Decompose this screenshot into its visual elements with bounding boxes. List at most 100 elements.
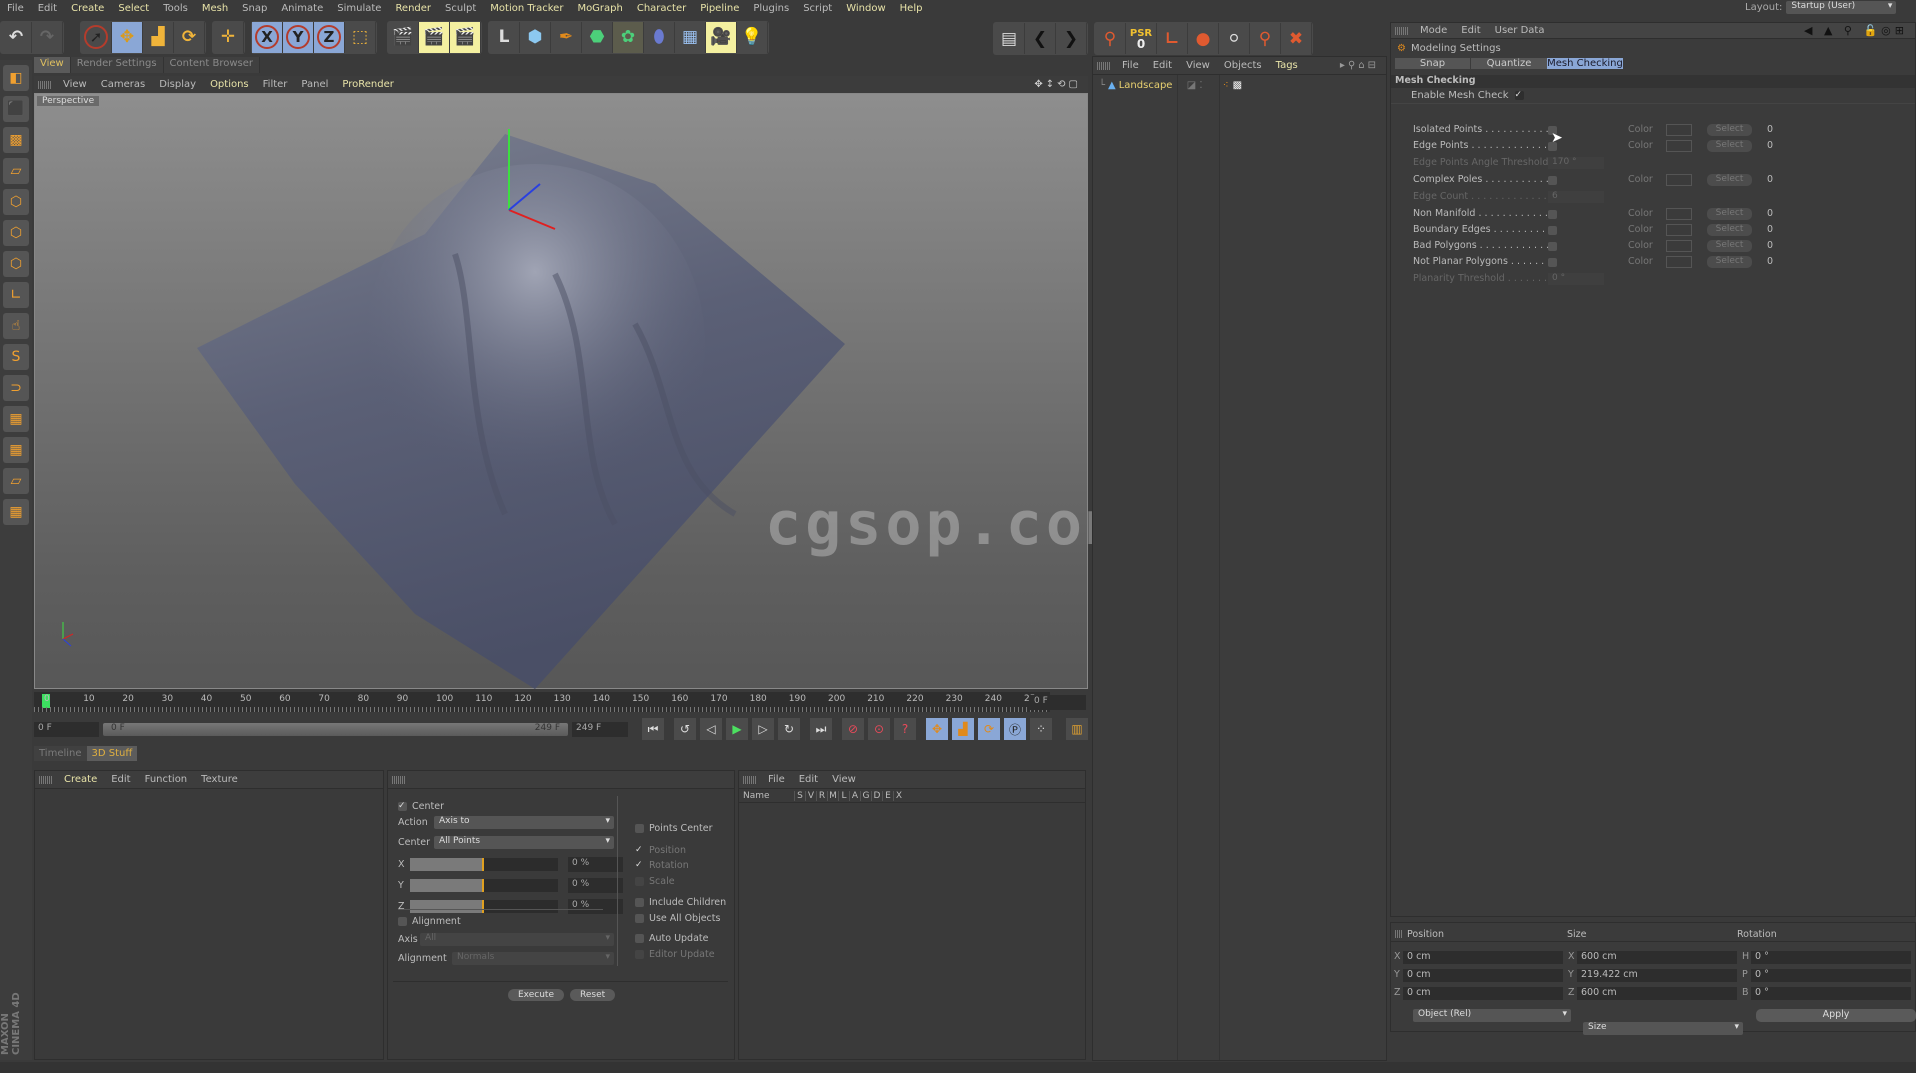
layer-column-s[interactable]: S [794, 790, 805, 801]
menu-mesh[interactable]: Mesh [195, 3, 235, 14]
record-position-icon[interactable]: ✥ [926, 718, 948, 740]
grid-icon[interactable]: ▦ [3, 437, 29, 463]
record-icon[interactable]: ⊘ [842, 718, 864, 740]
keyframe-position-icon[interactable]: ∟ [1157, 23, 1188, 54]
axis-slider[interactable] [410, 879, 558, 892]
select-button[interactable]: Select [1707, 224, 1752, 236]
layer-menu-view[interactable]: View [825, 774, 863, 785]
null-object-icon[interactable]: L [489, 21, 520, 53]
keyframe-sphere-icon[interactable]: ● [1188, 23, 1219, 54]
reset-button[interactable]: Reset [570, 989, 616, 1001]
grip-handle[interactable] [1395, 930, 1403, 938]
floor-icon[interactable]: ▦ [675, 21, 706, 53]
points-center-option[interactable]: Points Center [635, 821, 726, 837]
menu-create[interactable]: Create [64, 3, 111, 14]
rotation-p-field[interactable]: 0 ° [1751, 969, 1911, 982]
cloner-icon[interactable]: ✿ [613, 21, 644, 53]
menu-animate[interactable]: Animate [274, 3, 330, 14]
model-mode-icon[interactable]: ⬛ [3, 96, 29, 122]
menu-sculpt[interactable]: Sculpt [438, 3, 483, 14]
layer-column-l[interactable]: L [838, 790, 849, 801]
color-swatch[interactable] [1666, 140, 1692, 152]
material-menu-texture[interactable]: Texture [194, 774, 245, 785]
color-swatch[interactable] [1666, 224, 1692, 236]
om-menu-objects[interactable]: Objects [1217, 60, 1269, 71]
color-swatch[interactable] [1666, 240, 1692, 252]
position-option[interactable]: ✓ Position [635, 843, 726, 859]
menu-edit[interactable]: Edit [31, 3, 64, 14]
tab-render-settings[interactable]: Render Settings [70, 57, 164, 73]
center-dropdown[interactable]: All Points [434, 836, 614, 849]
visibility-icon[interactable]: ◪ ⁚ [1187, 80, 1223, 91]
delete-key-icon[interactable]: ✖ [1281, 23, 1312, 54]
layer-column-a[interactable]: A [849, 790, 860, 801]
viewport-menu-view[interactable]: View [56, 79, 94, 90]
scale-tool-icon[interactable]: ▟ [143, 21, 174, 53]
select-button[interactable]: Select [1707, 240, 1752, 252]
material-menu-function[interactable]: Function [138, 774, 195, 785]
record-scale-icon[interactable]: ▟ [952, 718, 974, 740]
material-menu-create[interactable]: Create [57, 774, 104, 785]
menu-snap[interactable]: Snap [235, 3, 274, 14]
make-editable-icon[interactable]: ◧ [3, 65, 29, 91]
include-children-option[interactable]: Include Children [635, 895, 726, 911]
select-button[interactable]: Select [1707, 140, 1752, 152]
record-rotation-icon[interactable]: ⟳ [978, 718, 1000, 740]
go-to-start-icon[interactable]: ⏮ [642, 718, 664, 740]
row-checkbox[interactable] [1548, 242, 1557, 251]
live-selection-icon[interactable]: ➚ [81, 21, 112, 53]
render-picture-viewer-icon[interactable]: 🎬 [419, 21, 450, 53]
layer-column-e[interactable]: E [882, 790, 893, 801]
alignment-dropdown[interactable]: Normals [452, 952, 614, 965]
rotation-h-field[interactable]: 0 ° [1751, 951, 1911, 964]
threshold-field[interactable]: 170 ° [1548, 157, 1604, 169]
use-all-objects-option[interactable]: Use All Objects [635, 911, 726, 927]
texture-mode-icon[interactable]: ▩ [3, 127, 29, 153]
next-key-icon[interactable]: ↻ [778, 718, 800, 740]
solo-icon[interactable]: ▱ [3, 468, 29, 494]
viewport-menu-cameras[interactable]: Cameras [94, 79, 152, 90]
points-mode-icon[interactable]: ⬡ [3, 189, 29, 215]
material-menu-edit[interactable]: Edit [104, 774, 137, 785]
om-menu-view[interactable]: View [1179, 60, 1217, 71]
object-row-landscape[interactable]: └ ▲ Landscape ◪ ⁚ ⁖ ▩ [1093, 77, 1386, 93]
menu-pipeline[interactable]: Pipeline [693, 3, 746, 14]
axis-dropdown[interactable]: All [420, 933, 614, 946]
sculpt-grid-icon[interactable]: ▦ [3, 499, 29, 525]
redo-icon[interactable]: ↷ [32, 21, 63, 53]
size-x-field[interactable]: 600 cm [1577, 951, 1737, 964]
polygons-mode-icon[interactable]: ⬡ [3, 251, 29, 277]
grip-handle[interactable] [38, 80, 52, 89]
axis-slider[interactable] [410, 900, 558, 913]
menu-mograph[interactable]: MoGraph [570, 3, 629, 14]
grip-handle[interactable] [1097, 61, 1111, 70]
grip-handle[interactable] [39, 775, 53, 784]
center-checkbox[interactable]: ✓ [398, 802, 407, 811]
viewport-nav-icons[interactable]: ✥↕⟲▢ [1027, 79, 1088, 90]
workplane-lock-icon[interactable]: ▦ [3, 406, 29, 432]
rotate-tool-icon[interactable]: ⟳ [174, 21, 205, 53]
cube-icon[interactable]: ⬢ [520, 21, 551, 53]
scale-option[interactable]: Scale [635, 874, 726, 890]
size-y-field[interactable]: 219.422 cm [1577, 969, 1737, 982]
color-swatch[interactable] [1666, 124, 1692, 136]
viewport-menu-display[interactable]: Display [152, 79, 203, 90]
layout-dropdown[interactable]: Startup (User) [1786, 1, 1897, 14]
tab-3d-stuff[interactable]: 3D Stuff [86, 746, 138, 761]
position-z-field[interactable]: 0 cm [1403, 987, 1563, 1000]
color-swatch[interactable] [1666, 174, 1692, 186]
editor-update-option[interactable]: Editor Update [635, 947, 726, 963]
keyframe-selection-icon[interactable]: ? [894, 718, 916, 740]
grip-handle[interactable] [743, 775, 757, 784]
tab-quantize[interactable]: Quantize [1471, 58, 1547, 69]
om-menu-edit[interactable]: Edit [1146, 60, 1179, 71]
record-parameter-icon[interactable]: Ⓟ [1004, 718, 1026, 740]
axis-value-field[interactable]: 0 % [568, 899, 623, 914]
recent-tool-icon[interactable]: ✛ [213, 21, 244, 53]
autokey-search-icon[interactable]: ⚲ [1095, 23, 1126, 54]
menu-tools[interactable]: Tools [156, 3, 195, 14]
go-to-end-icon[interactable]: ⏭ [810, 718, 832, 740]
start-frame-field[interactable]: 0 F [34, 721, 99, 737]
viewport-menu-panel[interactable]: Panel [294, 79, 335, 90]
snap-icon[interactable]: S [3, 344, 29, 370]
